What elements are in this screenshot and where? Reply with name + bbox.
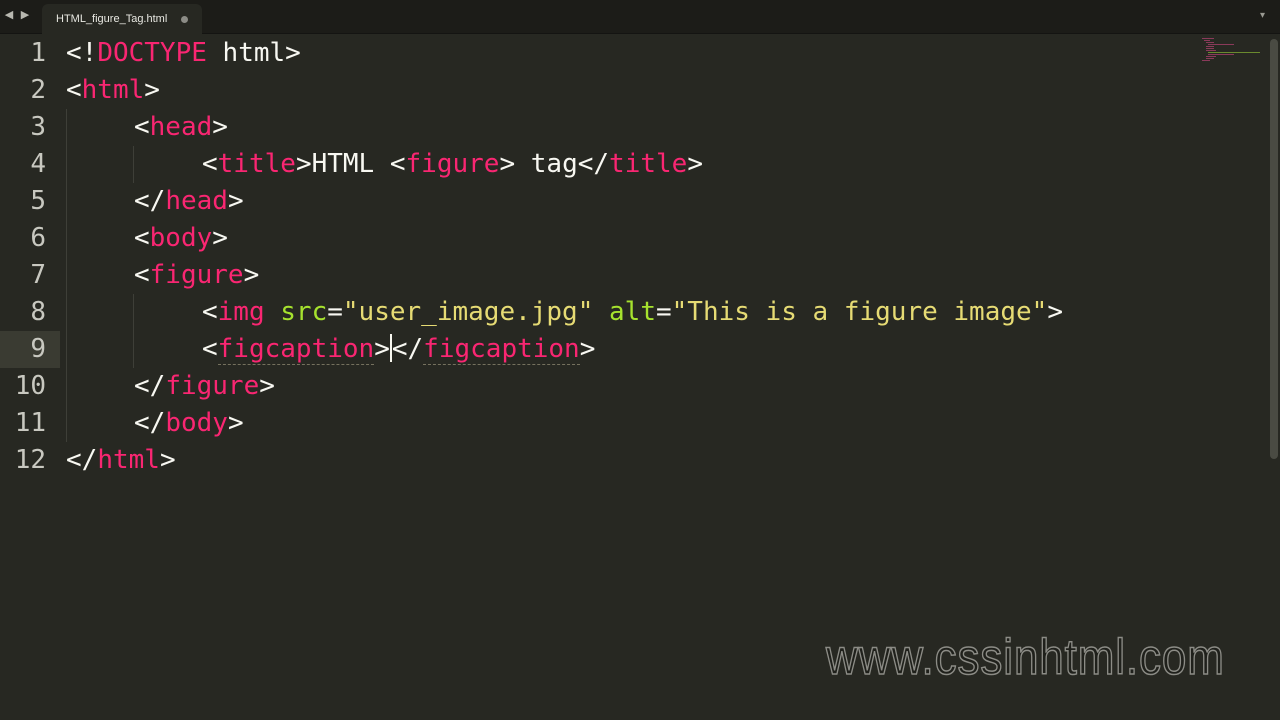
line-number: 8 <box>30 297 46 327</box>
code-line-9: <figcaption></figcaption> <box>202 331 595 368</box>
token-tag-matched: figcaption <box>423 334 580 365</box>
token-string: "This is a figure image" <box>671 297 1048 327</box>
token-tag: figure <box>165 371 260 401</box>
token-tag: body <box>165 408 228 438</box>
code-line-1: <!DOCTYPE html> <box>66 35 301 72</box>
nav-back-icon[interactable]: ◀ <box>4 8 14 24</box>
token-punct: < <box>134 112 150 142</box>
token-tag-matched: figcaption <box>217 334 375 365</box>
line-number: 2 <box>30 75 46 105</box>
token-punct: > <box>227 408 244 438</box>
line-number: 6 <box>30 223 46 253</box>
token-punct: </ <box>66 445 98 475</box>
indent-guide <box>66 109 67 442</box>
code-line-4: <title>HTML <figure> tag</title> <box>202 146 703 183</box>
token-punct: > <box>687 149 703 179</box>
token-punct: > <box>227 186 244 216</box>
chevron-down-icon[interactable]: ▾ <box>1260 10 1270 21</box>
token-attr: src <box>280 297 328 327</box>
token-punct: > <box>243 260 260 290</box>
tab-bar: ◀ ▶ HTML_figure_Tag.html ▾ <box>0 0 1280 34</box>
token-tag: body <box>149 223 213 253</box>
code-line-2: <html> <box>66 72 160 109</box>
token-punct: </ <box>134 408 166 438</box>
token-punct: </ <box>577 149 610 179</box>
token-string: "user_image.jpg" <box>342 297 594 327</box>
line-number: 4 <box>30 149 46 179</box>
code-line-6: <body> <box>134 220 228 257</box>
token-punct: > <box>259 371 275 401</box>
code-line-12: </html> <box>66 442 176 479</box>
token-punct: < <box>134 223 150 253</box>
token-tag: title <box>609 149 688 179</box>
tab-nav-arrows: ◀ ▶ <box>4 8 30 24</box>
code-line-3: <head> <box>134 109 228 146</box>
token-punct: </ <box>134 371 166 401</box>
token-tag: title <box>217 149 296 179</box>
token-punct: </ <box>391 334 424 364</box>
line-number-gutter: 1 2 3 4 5 6 7 8 9 10 11 12 <box>0 35 60 720</box>
line-number: 10 <box>14 371 46 401</box>
token-punct: = <box>655 297 672 327</box>
token-punct: < <box>134 260 150 290</box>
token-text: tag <box>515 149 578 179</box>
token-punct: <! <box>66 38 98 68</box>
token-punct: > <box>579 334 596 364</box>
token-text: html> <box>206 38 301 68</box>
code-line-7: <figure> <box>134 257 259 294</box>
token-text: HTML <box>311 149 390 179</box>
token-tag: head <box>149 112 213 142</box>
token-punct: = <box>327 297 343 327</box>
token-tag: img <box>217 297 265 327</box>
indent-guide <box>133 294 134 368</box>
token-tag: head <box>165 186 228 216</box>
token-punct: < <box>202 334 218 364</box>
token-tag: figure <box>405 149 500 179</box>
line-number: 12 <box>14 445 46 475</box>
line-number: 3 <box>30 112 46 142</box>
line-number: 1 <box>30 38 46 68</box>
token-tag: html <box>97 445 160 475</box>
minimap[interactable] <box>1202 38 1264 62</box>
token-punct: > <box>374 334 390 364</box>
token-punct: < <box>202 149 218 179</box>
token-tag: html <box>81 75 145 105</box>
token-punct: < <box>66 75 82 105</box>
code-line-11: </body> <box>134 405 244 442</box>
token-tag: figure <box>149 260 244 290</box>
token-punct: </ <box>134 186 166 216</box>
code-area[interactable]: <!DOCTYPE html> <html> <head> <title>HTM… <box>66 35 1268 720</box>
line-number: 11 <box>14 408 46 438</box>
token-punct: > <box>212 112 228 142</box>
code-line-5: </head> <box>134 183 244 220</box>
vertical-scrollbar[interactable] <box>1268 35 1280 720</box>
token-doctype: DOCTYPE <box>97 38 207 68</box>
code-line-10: </figure> <box>134 368 275 405</box>
token-punct: > <box>212 223 228 253</box>
code-line-8: <img src="user_image.jpg" alt="This is a… <box>202 294 1063 331</box>
token-punct: > <box>499 149 516 179</box>
token-punct: > <box>295 149 312 179</box>
indent-guide <box>133 146 134 183</box>
line-number: 7 <box>30 260 46 290</box>
token-punct: > <box>1047 297 1063 327</box>
unsaved-dot-icon[interactable] <box>181 16 188 23</box>
token-attr: alt <box>609 297 656 327</box>
code-editor[interactable]: 1 2 3 4 5 6 7 8 9 10 11 12 <!DOCTYPE htm… <box>0 35 1268 720</box>
token-punct: < <box>389 149 406 179</box>
scrollbar-thumb[interactable] <box>1270 39 1278 459</box>
line-number: 5 <box>30 186 46 216</box>
tab-label: HTML_figure_Tag.html <box>56 13 168 25</box>
token-punct: > <box>144 75 160 105</box>
watermark-logo: www.cssinhtml.com <box>825 628 1225 686</box>
token-punct: > <box>159 445 176 475</box>
tab-html-figure-tag[interactable]: HTML_figure_Tag.html <box>42 4 202 34</box>
line-number: 9 <box>30 334 46 364</box>
token-punct: < <box>202 297 218 327</box>
nav-forward-icon[interactable]: ▶ <box>20 8 30 24</box>
